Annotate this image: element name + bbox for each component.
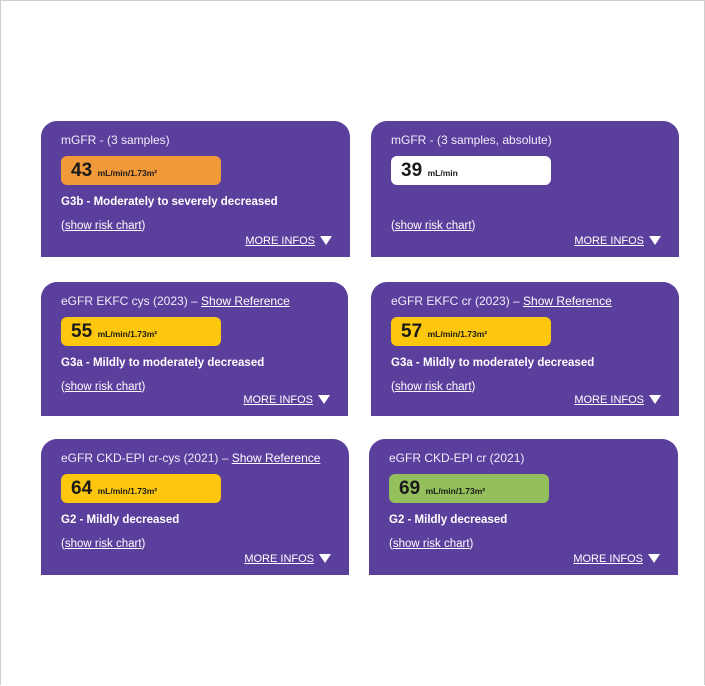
gfr-value: 69 (399, 478, 421, 499)
triangle-down-icon (649, 236, 661, 245)
gfr-unit: mL/min/1.73m² (427, 329, 488, 339)
more-infos-button[interactable]: MORE INFOS (573, 553, 660, 565)
more-infos-button[interactable]: MORE INFOS (244, 553, 331, 565)
show-reference-link[interactable]: Show Reference (232, 451, 321, 465)
card-title: eGFR EKFC cys (2023) – Show Reference (61, 294, 290, 308)
risk-chart-row: (show risk chart) (391, 220, 476, 232)
gfr-value: 55 (71, 321, 93, 342)
card-title: eGFR EKFC cr (2023) – Show Reference (391, 294, 612, 308)
gfr-card-ckd-epi-cr: eGFR CKD-EPI cr (2021) 69 mL/min/1.73m² … (369, 439, 678, 575)
show-risk-chart-link[interactable]: show risk chart (393, 538, 470, 550)
risk-chart-row: (show risk chart) (389, 538, 474, 550)
gfr-value-badge: 43 mL/min/1.73m² (61, 156, 221, 185)
risk-chart-row: (show risk chart) (61, 538, 146, 550)
gfr-value-badge: 55 mL/min/1.73m² (61, 317, 221, 346)
more-infos-button[interactable]: MORE INFOS (574, 394, 661, 406)
gfr-value: 39 (401, 160, 423, 181)
ckd-stage-label (391, 196, 659, 212)
show-risk-chart-link[interactable]: show risk chart (395, 220, 472, 232)
gfr-unit: mL/min/1.73m² (425, 486, 486, 496)
gfr-unit: mL/min/1.73m² (97, 329, 158, 339)
card-title: eGFR CKD-EPI cr-cys (2021) – Show Refere… (61, 451, 321, 465)
gfr-value-badge: 39 mL/min (391, 156, 551, 185)
gfr-card-mgfr-absolute: mGFR - (3 samples, absolute) 39 mL/min (… (371, 121, 679, 257)
card-title: mGFR - (3 samples) (61, 133, 170, 147)
gfr-value: 64 (71, 478, 93, 499)
show-risk-chart-link[interactable]: show risk chart (65, 220, 142, 232)
gfr-value-badge: 69 mL/min/1.73m² (389, 474, 549, 503)
show-risk-chart-link[interactable]: show risk chart (65, 538, 142, 550)
gfr-value: 57 (401, 321, 423, 342)
risk-chart-row: (show risk chart) (61, 220, 146, 232)
triangle-down-icon (319, 554, 331, 563)
ckd-stage-label: G3b - Moderately to severely decreased (61, 196, 278, 208)
triangle-down-icon (648, 554, 660, 563)
risk-chart-row: (show risk chart) (391, 381, 476, 393)
ckd-stage-label: G2 - Mildly decreased (61, 514, 180, 526)
risk-chart-row: (show risk chart) (61, 381, 146, 393)
triangle-down-icon (649, 395, 661, 404)
gfr-card-ekfc-cr: eGFR EKFC cr (2023) – Show Reference 57 … (371, 282, 679, 416)
ckd-stage-label: G2 - Mildly decreased (389, 514, 508, 526)
card-title: mGFR - (3 samples, absolute) (391, 133, 552, 147)
gfr-card-ckd-epi-cr-cys: eGFR CKD-EPI cr-cys (2021) – Show Refere… (41, 439, 349, 575)
gfr-value: 43 (71, 160, 93, 181)
show-risk-chart-link[interactable]: show risk chart (395, 381, 472, 393)
show-risk-chart-link[interactable]: show risk chart (65, 381, 142, 393)
gfr-unit: mL/min/1.73m² (97, 168, 158, 178)
show-reference-link[interactable]: Show Reference (201, 294, 290, 308)
card-title: eGFR CKD-EPI cr (2021) (389, 451, 525, 465)
triangle-down-icon (318, 395, 330, 404)
more-infos-button[interactable]: MORE INFOS (245, 235, 332, 247)
gfr-unit: mL/min (427, 168, 458, 178)
ckd-stage-label: G3a - Mildly to moderately decreased (61, 357, 265, 369)
triangle-down-icon (320, 236, 332, 245)
show-reference-link[interactable]: Show Reference (523, 294, 612, 308)
ckd-stage-label: G3a - Mildly to moderately decreased (391, 357, 595, 369)
more-infos-button[interactable]: MORE INFOS (574, 235, 661, 247)
gfr-value-badge: 64 mL/min/1.73m² (61, 474, 221, 503)
more-infos-button[interactable]: MORE INFOS (243, 394, 330, 406)
gfr-card-ekfc-cys: eGFR EKFC cys (2023) – Show Reference 55… (41, 282, 348, 416)
gfr-card-mgfr: mGFR - (3 samples) 43 mL/min/1.73m² G3b … (41, 121, 350, 257)
gfr-value-badge: 57 mL/min/1.73m² (391, 317, 551, 346)
gfr-unit: mL/min/1.73m² (97, 486, 158, 496)
